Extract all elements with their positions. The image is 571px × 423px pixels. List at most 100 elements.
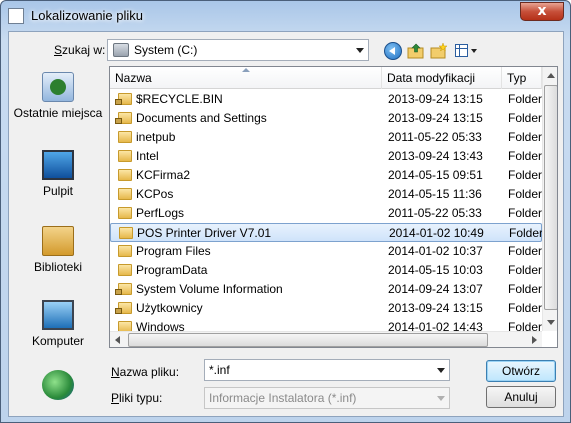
file-date-cell: 2013-09-24 13:15 bbox=[388, 92, 483, 106]
scroll-up-icon[interactable] bbox=[547, 73, 555, 78]
place-label: Ostatnie miejsca bbox=[13, 106, 103, 120]
table-row[interactable]: KCPos 2014-05-15 11:36 Folder bbox=[110, 185, 542, 204]
places-bar: Ostatnie miejsca Pulpit Biblioteki Kompu… bbox=[13, 68, 103, 400]
file-name-cell: KCPos bbox=[136, 187, 174, 201]
scroll-left-icon[interactable] bbox=[115, 336, 120, 344]
window-title: Lokalizowanie pliku bbox=[31, 8, 144, 23]
filetype-dropdown[interactable]: Informacje Instalatora (*.inf) bbox=[204, 387, 450, 409]
table-row[interactable]: Program Files 2014-01-02 10:37 Folder bbox=[110, 242, 542, 261]
view-grid-icon bbox=[455, 44, 468, 57]
network-icon bbox=[42, 370, 74, 400]
file-type-cell: Folder bbox=[508, 187, 543, 201]
column-header-name[interactable]: Nazwa bbox=[110, 67, 382, 89]
table-row[interactable]: Documents and Settings 2013-09-24 13:15 Fo… bbox=[110, 109, 542, 128]
vertical-scrollbar[interactable] bbox=[542, 67, 557, 331]
filetype-value: Informacje Instalatora (*.inf) bbox=[209, 391, 357, 405]
filename-label: Nazwa pliku: bbox=[111, 365, 180, 379]
look-in-dropdown[interactable]: System (C:) bbox=[107, 39, 369, 61]
file-type-cell: Folder bbox=[508, 206, 543, 220]
place-recent[interactable]: Ostatnie miejsca bbox=[13, 72, 103, 121]
close-button[interactable]: x bbox=[520, 2, 564, 21]
recent-places-icon bbox=[42, 72, 74, 102]
back-icon[interactable] bbox=[384, 42, 402, 60]
file-name-cell: KCFirma2 bbox=[136, 168, 191, 182]
place-libraries[interactable]: Biblioteki bbox=[13, 226, 103, 275]
table-row[interactable]: Intel 2013-09-24 13:43 Folder bbox=[110, 147, 542, 166]
scroll-right-icon[interactable] bbox=[532, 336, 537, 344]
scroll-down-icon[interactable] bbox=[547, 320, 555, 325]
file-name-cell: $RECYCLE.BIN bbox=[136, 92, 223, 106]
chevron-down-icon[interactable] bbox=[437, 368, 445, 373]
file-date-cell: 2013-09-24 13:15 bbox=[388, 111, 483, 125]
new-folder-icon[interactable] bbox=[430, 42, 448, 60]
file-type-cell: Folder bbox=[508, 244, 543, 258]
table-row[interactable]: System Volume Information 2014-09-24 13:0… bbox=[110, 280, 542, 299]
file-date-cell: 2014-05-15 10:03 bbox=[388, 263, 483, 277]
folder-icon bbox=[118, 207, 132, 219]
place-label: Komputer bbox=[31, 334, 85, 348]
filename-input[interactable] bbox=[209, 363, 429, 377]
table-row[interactable]: $RECYCLE.BIN 2013-09-24 13:15 Folder bbox=[110, 90, 542, 109]
file-date-cell: 2011-05-22 05:33 bbox=[388, 206, 482, 220]
place-desktop[interactable]: Pulpit bbox=[13, 150, 103, 199]
list-header: Nazwa Data modyfikacji Typ bbox=[110, 67, 542, 89]
file-type-cell: Folder bbox=[508, 263, 543, 277]
lock-icon bbox=[115, 118, 122, 124]
list-rows: $RECYCLE.BIN 2013-09-24 13:15 Folder Docume… bbox=[110, 90, 544, 337]
file-type-cell: Folder bbox=[508, 282, 543, 296]
place-label: Pulpit bbox=[42, 184, 74, 198]
file-name-cell: System Volume Information bbox=[136, 282, 283, 296]
lock-icon bbox=[115, 308, 122, 314]
folder-icon bbox=[118, 131, 132, 143]
file-date-cell: 2014-05-15 09:51 bbox=[388, 168, 483, 182]
file-type-cell: Folder bbox=[508, 301, 543, 315]
libraries-icon bbox=[42, 226, 74, 256]
file-date-cell: 2013-09-24 13:15 bbox=[388, 301, 483, 315]
file-name-cell: Documents and Settings bbox=[136, 111, 267, 125]
computer-icon bbox=[42, 300, 74, 330]
table-row[interactable]: Użytkownicy 2013-09-24 13:15 Folder bbox=[110, 299, 542, 318]
table-row[interactable]: ProgramData 2014-05-15 10:03 Folder bbox=[110, 261, 542, 280]
file-name-cell: ProgramData bbox=[136, 263, 208, 277]
file-type-cell: Folder bbox=[508, 168, 543, 182]
up-folder-icon[interactable] bbox=[407, 42, 425, 60]
column-header-date[interactable]: Data modyfikacji bbox=[382, 67, 502, 89]
dialog-client-area: Szukaj w: System (C:) Ostatnie miejsca P… bbox=[8, 31, 564, 417]
horizontal-scroll-thumb[interactable] bbox=[128, 333, 488, 347]
file-name-cell: POS Printer Driver V7.01 bbox=[137, 226, 272, 240]
folder-icon bbox=[118, 169, 132, 181]
column-header-type[interactable]: Typ bbox=[502, 67, 542, 89]
folder-icon bbox=[118, 264, 132, 276]
horizontal-scrollbar[interactable] bbox=[110, 331, 542, 347]
table-row[interactable]: POS Printer Driver V7.01 2014-01-02 10:49… bbox=[110, 223, 544, 242]
file-name-cell: Program Files bbox=[136, 244, 211, 258]
place-computer[interactable]: Komputer bbox=[13, 300, 103, 349]
folder-icon bbox=[118, 245, 132, 257]
file-name-cell: Intel bbox=[136, 149, 159, 163]
file-date-cell: 2013-09-24 13:43 bbox=[388, 149, 483, 163]
lock-icon bbox=[115, 289, 122, 295]
file-date-cell: 2014-05-15 11:36 bbox=[388, 187, 482, 201]
file-name-cell: inetpub bbox=[136, 130, 176, 144]
cancel-button[interactable]: Anuluj bbox=[486, 386, 556, 408]
look-in-value: System (C:) bbox=[134, 43, 198, 57]
window-icon bbox=[8, 8, 24, 24]
filename-combo[interactable] bbox=[204, 359, 450, 381]
drive-icon bbox=[113, 43, 129, 57]
title-bar[interactable]: Lokalizowanie pliku x bbox=[1, 1, 570, 31]
table-row[interactable]: KCFirma2 2014-05-15 09:51 Folder bbox=[110, 166, 542, 185]
place-network[interactable] bbox=[13, 370, 103, 404]
open-button[interactable]: Otwórz bbox=[486, 360, 556, 382]
file-type-cell: Folder bbox=[508, 111, 543, 125]
look-in-label: Szukaj w: bbox=[54, 43, 106, 57]
file-name-cell: Użytkownicy bbox=[136, 301, 203, 315]
views-menu-icon[interactable] bbox=[455, 42, 479, 60]
folder-icon bbox=[118, 150, 132, 162]
vertical-scroll-thumb[interactable] bbox=[544, 85, 557, 310]
file-type-cell: Folder bbox=[509, 226, 544, 240]
table-row[interactable]: PerfLogs 2011-05-22 05:33 Folder bbox=[110, 204, 542, 223]
table-row[interactable]: inetpub 2011-05-22 05:33 Folder bbox=[110, 128, 542, 147]
chevron-down-icon bbox=[471, 49, 477, 53]
file-date-cell: 2014-01-02 10:49 bbox=[389, 226, 484, 240]
file-list[interactable]: Nazwa Data modyfikacji Typ $RECYCLE.BIN 2… bbox=[109, 66, 558, 348]
